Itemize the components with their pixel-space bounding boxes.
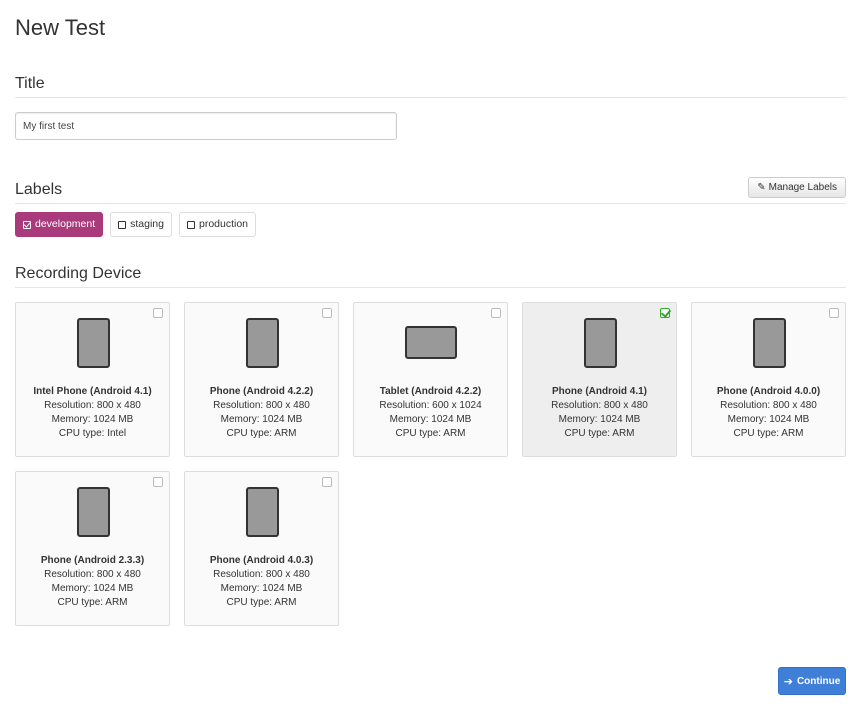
device-info: Phone (Android 4.2.2) Resolution: 800 x … <box>185 385 338 441</box>
device-section-header: Recording Device <box>15 264 846 288</box>
device-memory: Memory: 1024 MB <box>51 583 134 594</box>
device-name: Phone (Android 2.3.3) <box>40 555 145 566</box>
labels-section-header: Labels <box>15 180 846 204</box>
phone-icon <box>752 318 786 368</box>
device-memory: Memory: 1024 MB <box>727 414 810 425</box>
checkbox-empty-icon <box>186 220 195 229</box>
label-staging[interactable]: staging <box>110 212 172 237</box>
pencil-icon: ✎ <box>757 182 766 193</box>
title-input[interactable] <box>15 112 397 140</box>
manage-labels-button[interactable]: ✎ Manage Labels <box>748 177 846 198</box>
continue-label: Continue <box>796 675 841 687</box>
device-memory: Memory: 1024 MB <box>558 414 641 425</box>
device-cpu: CPU type: ARM <box>226 597 297 608</box>
device-cpu: CPU type: ARM <box>395 428 466 439</box>
device-info: Phone (Android 4.1) Resolution: 800 x 48… <box>523 385 676 441</box>
device-checkbox[interactable] <box>829 308 839 318</box>
manage-labels-label: Manage Labels <box>768 182 837 193</box>
device-name: Intel Phone (Android 4.1) <box>33 386 152 397</box>
device-cpu: CPU type: ARM <box>564 428 635 439</box>
title-heading: Title <box>15 75 45 92</box>
labels-heading: Labels <box>15 181 63 198</box>
device-memory: Memory: 1024 MB <box>389 414 472 425</box>
device-info: Phone (Android 4.0.0) Resolution: 800 x … <box>692 385 845 441</box>
labels-row: development staging production <box>15 212 257 237</box>
device-cpu: CPU type: ARM <box>226 428 297 439</box>
phone-icon <box>583 318 617 368</box>
label-development[interactable]: development <box>15 212 104 237</box>
device-card[interactable]: Phone (Android 4.0.3) Resolution: 800 x … <box>184 471 339 626</box>
device-cpu: CPU type: ARM <box>57 597 128 608</box>
device-checkbox[interactable] <box>153 477 163 487</box>
device-resolution: Resolution: 800 x 480 <box>720 400 817 411</box>
device-cpu: CPU type: ARM <box>733 428 804 439</box>
label-production[interactable]: production <box>178 212 257 237</box>
device-card[interactable]: Tablet (Android 4.2.2) Resolution: 600 x… <box>353 302 508 457</box>
device-info: Phone (Android 2.3.3) Resolution: 800 x … <box>16 554 169 610</box>
device-resolution: Resolution: 800 x 480 <box>551 400 648 411</box>
device-resolution: Resolution: 800 x 480 <box>213 400 310 411</box>
phone-icon <box>245 487 279 537</box>
device-checkbox[interactable] <box>322 308 332 318</box>
device-checkbox[interactable] <box>322 477 332 487</box>
phone-icon <box>76 318 110 368</box>
device-info: Tablet (Android 4.2.2) Resolution: 600 x… <box>354 385 507 441</box>
device-card[interactable]: Intel Phone (Android 4.1) Resolution: 80… <box>15 302 170 457</box>
continue-button[interactable]: ➔ Continue <box>778 667 846 695</box>
device-checkbox-checked[interactable] <box>660 308 670 318</box>
device-name: Phone (Android 4.0.3) <box>209 555 314 566</box>
device-resolution: Resolution: 800 x 480 <box>213 569 310 580</box>
device-name: Tablet (Android 4.2.2) <box>379 386 482 397</box>
device-name: Phone (Android 4.0.0) <box>716 386 821 397</box>
arrow-right-icon: ➔ <box>783 675 793 688</box>
device-card[interactable]: Phone (Android 4.2.2) Resolution: 800 x … <box>184 302 339 457</box>
device-resolution: Resolution: 800 x 480 <box>44 400 141 411</box>
device-heading: Recording Device <box>15 265 142 282</box>
label-text: production <box>198 218 249 230</box>
device-memory: Memory: 1024 MB <box>51 414 134 425</box>
device-checkbox[interactable] <box>491 308 501 318</box>
device-memory: Memory: 1024 MB <box>220 414 303 425</box>
checkbox-checked-icon <box>23 220 31 229</box>
device-cpu: CPU type: Intel <box>58 428 127 439</box>
device-info: Intel Phone (Android 4.1) Resolution: 80… <box>16 385 169 441</box>
checkbox-empty-icon <box>118 220 127 229</box>
device-name: Phone (Android 4.2.2) <box>209 386 314 397</box>
device-card-selected[interactable]: Phone (Android 4.1) Resolution: 800 x 48… <box>522 302 677 457</box>
device-card[interactable]: Phone (Android 4.0.0) Resolution: 800 x … <box>691 302 846 457</box>
device-info: Phone (Android 4.0.3) Resolution: 800 x … <box>185 554 338 610</box>
title-section-header: Title <box>15 74 846 98</box>
phone-icon <box>245 318 279 368</box>
page-title: New Test <box>15 15 106 40</box>
tablet-icon <box>404 326 457 359</box>
device-resolution: Resolution: 800 x 480 <box>44 569 141 580</box>
device-name: Phone (Android 4.1) <box>552 386 647 397</box>
label-text: development <box>35 218 96 230</box>
device-resolution: Resolution: 600 x 1024 <box>379 400 482 411</box>
device-checkbox[interactable] <box>153 308 163 318</box>
phone-icon <box>76 487 110 537</box>
device-memory: Memory: 1024 MB <box>220 583 303 594</box>
label-text: staging <box>130 218 164 230</box>
device-card[interactable]: Phone (Android 2.3.3) Resolution: 800 x … <box>15 471 170 626</box>
